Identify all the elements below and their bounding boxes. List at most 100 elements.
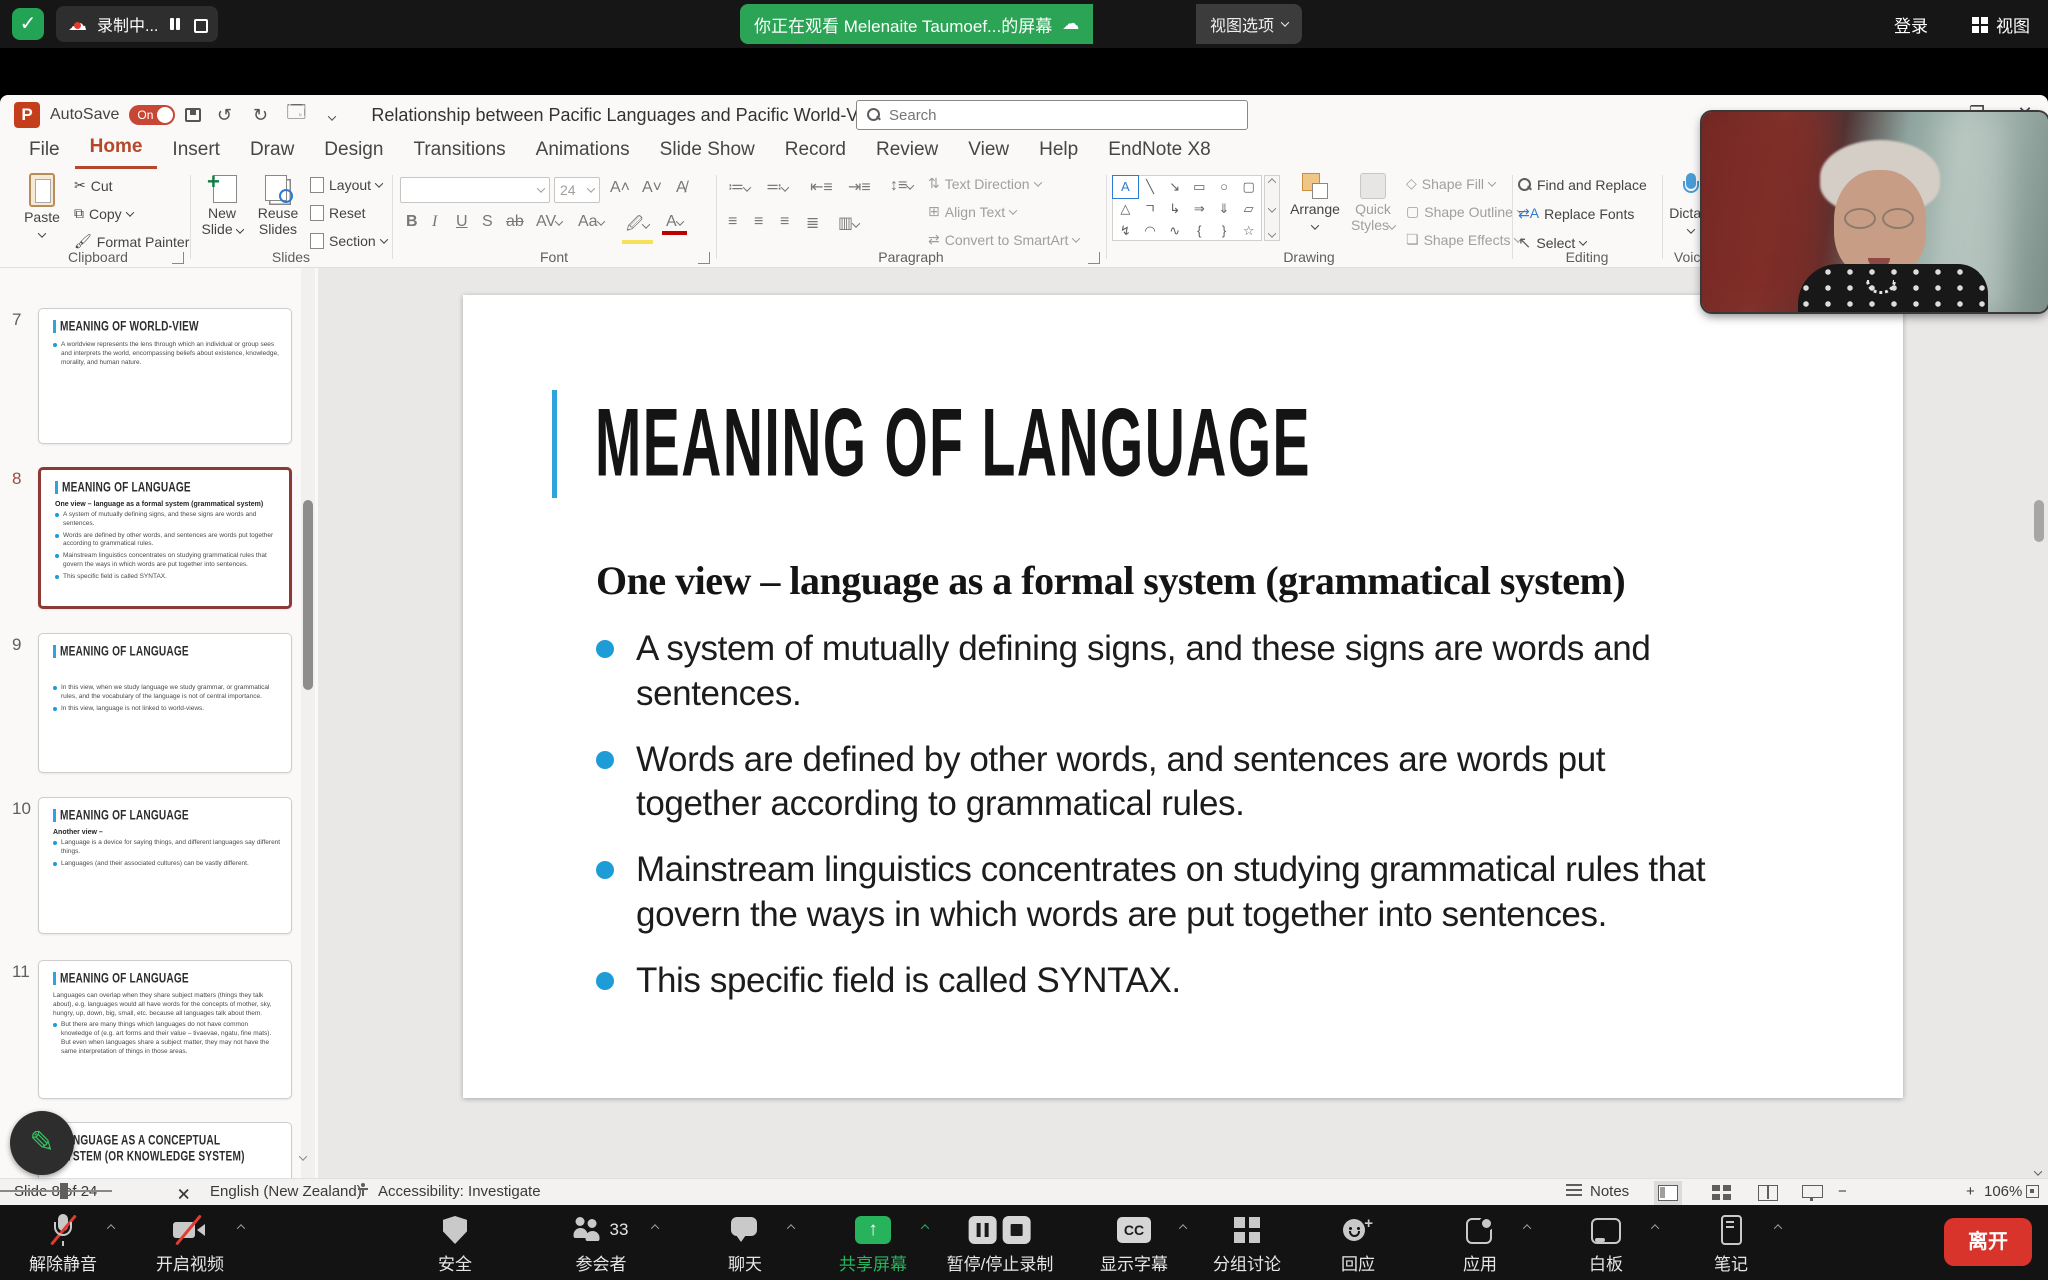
font-size-combo[interactable]: 24 xyxy=(554,177,600,203)
format-painter-button[interactable]: 🖌 Format Painter xyxy=(74,233,189,250)
tab-record[interactable]: Record xyxy=(770,135,861,169)
tab-insert[interactable]: Insert xyxy=(157,135,235,169)
share-options-chevron[interactable] xyxy=(922,1217,928,1235)
save-icon[interactable] xyxy=(185,108,201,122)
text-direction-button[interactable]: ⇅ Text Direction xyxy=(928,175,1041,192)
apps-button[interactable]: 应用 xyxy=(1463,1213,1497,1275)
normal-view-button[interactable] xyxy=(1658,1184,1678,1201)
slideshow-view-button[interactable] xyxy=(1802,1184,1822,1201)
apps-options-chevron[interactable] xyxy=(1524,1217,1530,1235)
increase-indent-button[interactable]: ⇥≡ xyxy=(844,177,875,197)
replace-fonts-button[interactable]: ⇄A Replace Fonts xyxy=(1518,205,1634,222)
shape-curve-icon[interactable]: ∿ xyxy=(1162,220,1187,242)
section-button[interactable]: Section xyxy=(310,233,387,249)
whiteboard-button[interactable]: 白板 xyxy=(1589,1213,1623,1275)
slide-heading[interactable]: One view – language as a formal system (… xyxy=(596,557,1625,604)
participants-button[interactable]: 33 参会者 xyxy=(574,1213,629,1275)
mic-options-chevron[interactable] xyxy=(108,1217,114,1235)
language-status[interactable]: English (New Zealand) xyxy=(210,1183,362,1200)
shrink-font-button[interactable]: A˅ xyxy=(638,179,666,197)
font-dialog-launcher[interactable] xyxy=(698,252,710,264)
align-text-button[interactable]: ⊞ Align Text xyxy=(928,203,1016,220)
reset-button[interactable]: Reset xyxy=(310,205,366,221)
bold-button[interactable]: B xyxy=(402,213,422,231)
annotation-pencil-button[interactable]: ✎ xyxy=(10,1111,74,1175)
slide-sorter-view-button[interactable] xyxy=(1712,1184,1732,1201)
character-spacing-button[interactable]: AV xyxy=(532,213,566,231)
zoom-percentage[interactable]: 106% xyxy=(1984,1183,2022,1200)
strikethrough-button[interactable]: ab xyxy=(502,213,528,231)
paragraph-dialog-launcher[interactable] xyxy=(1088,252,1100,264)
shape-fill-button[interactable]: ◇ Shape Fill xyxy=(1406,175,1495,192)
undo-button[interactable]: ↺ xyxy=(211,105,237,126)
security-button[interactable]: 安全 xyxy=(438,1213,472,1275)
layout-button[interactable]: Layout xyxy=(310,177,382,193)
clipboard-dialog-launcher[interactable] xyxy=(172,252,184,264)
reuse-slides-button[interactable]: Reuse Slides xyxy=(252,173,304,237)
thumbnail-slide-8[interactable]: MEANING OF LANGUAGE One view – language … xyxy=(38,467,292,609)
shape-elbow-arrow-icon[interactable]: ↳ xyxy=(1162,198,1187,220)
align-left-button[interactable]: ≡ xyxy=(724,213,741,231)
highlight-color-button[interactable]: 🖉 xyxy=(622,213,653,244)
tab-animations[interactable]: Animations xyxy=(521,135,645,169)
chat-options-chevron[interactable] xyxy=(788,1217,794,1235)
shape-arrow-icon[interactable]: ↘ xyxy=(1162,176,1187,198)
reading-view-button[interactable] xyxy=(1758,1184,1778,1201)
shape-freeform-icon[interactable]: ▱ xyxy=(1236,198,1261,220)
shape-right-brace-icon[interactable]: } xyxy=(1212,220,1237,242)
reactions-button[interactable]: + 回应 xyxy=(1341,1213,1375,1275)
share-screen-button[interactable]: ↑ 共享屏幕 xyxy=(839,1213,907,1275)
shape-right-arrow-icon[interactable]: ⇒ xyxy=(1187,198,1212,220)
thumbnail-slide-10[interactable]: MEANING OF LANGUAGE Another view – Langu… xyxy=(38,797,292,934)
shape-star-icon[interactable]: ☆ xyxy=(1236,220,1261,242)
slide-title[interactable]: MEANING OF LANGUAGE xyxy=(595,387,1311,498)
tab-review[interactable]: Review xyxy=(861,135,953,169)
numbering-button[interactable]: ≕ xyxy=(762,177,792,197)
pause-stop-recording-button[interactable]: 暂停/停止录制 xyxy=(947,1213,1054,1275)
shape-left-brace-icon[interactable]: { xyxy=(1187,220,1212,242)
shape-rounded-rect-icon[interactable]: ▢ xyxy=(1236,176,1261,198)
view-button[interactable]: 视图 xyxy=(1972,12,2030,37)
tab-file[interactable]: File xyxy=(14,135,75,169)
slide-scrollbar[interactable] xyxy=(2032,268,2046,1230)
shape-arc-icon[interactable]: ◠ xyxy=(1138,220,1163,242)
shape-line-icon[interactable]: ╲ xyxy=(1138,176,1163,198)
zoom-in-button[interactable]: + xyxy=(1966,1183,1975,1200)
thumbnail-scrollbar[interactable] xyxy=(301,268,315,1265)
shapes-gallery-scroll[interactable] xyxy=(1264,175,1280,241)
slide-canvas[interactable]: MEANING OF LANGUAGE One view – language … xyxy=(463,295,1903,1098)
notes-toggle[interactable]: Notes xyxy=(1590,1183,1629,1200)
tab-view[interactable]: View xyxy=(953,135,1024,169)
shapes-gallery[interactable]: A ╲ ↘ ▭ ○ ▢ △ ㄱ ↳ ⇒ ⇓ ▱ ↯ ◠ ∿ { } ☆ xyxy=(1112,175,1262,241)
zoom-slider[interactable] xyxy=(0,1190,112,1192)
convert-smartart-button[interactable]: ⇄ Convert to SmartArt xyxy=(928,231,1079,248)
video-options-chevron[interactable] xyxy=(238,1217,244,1235)
quick-access-more-button[interactable] xyxy=(319,105,345,126)
thumbnail-slide-7[interactable]: MEANING OF WORLD-VIEW A worldview repres… xyxy=(38,308,292,444)
zoom-slider-knob[interactable] xyxy=(60,1183,68,1199)
participant-video[interactable] xyxy=(1702,112,2048,312)
tab-endnote[interactable]: EndNote X8 xyxy=(1093,135,1225,169)
notes-button[interactable]: 笔记 xyxy=(1714,1213,1748,1275)
leave-meeting-button[interactable]: 离开 xyxy=(1944,1218,2032,1266)
tab-slide-show[interactable]: Slide Show xyxy=(645,135,770,169)
scroll-down-icon[interactable] xyxy=(2030,1169,2046,1176)
paste-button[interactable]: Paste xyxy=(16,173,68,241)
tab-design[interactable]: Design xyxy=(309,135,398,169)
change-case-button[interactable]: Aa xyxy=(574,213,608,231)
bullets-button[interactable]: ≔ xyxy=(724,177,754,197)
shape-textbox-icon[interactable]: A xyxy=(1113,176,1138,198)
shape-triangle-icon[interactable]: △ xyxy=(1113,198,1138,220)
font-color-button[interactable]: A xyxy=(662,213,687,235)
shape-elbow-icon[interactable]: ㄱ xyxy=(1138,198,1163,220)
whiteboard-options-chevron[interactable] xyxy=(1652,1217,1658,1235)
accessibility-status[interactable]: Accessibility: Investigate xyxy=(378,1183,541,1200)
grow-font-button[interactable]: A˄ xyxy=(606,179,634,197)
decrease-indent-button[interactable]: ⇤≡ xyxy=(806,177,837,197)
shape-outline-button[interactable]: ▢ Shape Outline xyxy=(1406,203,1524,220)
cut-button[interactable]: ✂ Cut xyxy=(74,177,113,194)
align-right-button[interactable]: ≡ xyxy=(776,213,793,231)
line-spacing-button[interactable]: ↕≡ xyxy=(886,177,917,195)
underline-button[interactable]: U xyxy=(452,213,472,231)
find-replace-button[interactable]: Find and Replace xyxy=(1518,177,1647,193)
